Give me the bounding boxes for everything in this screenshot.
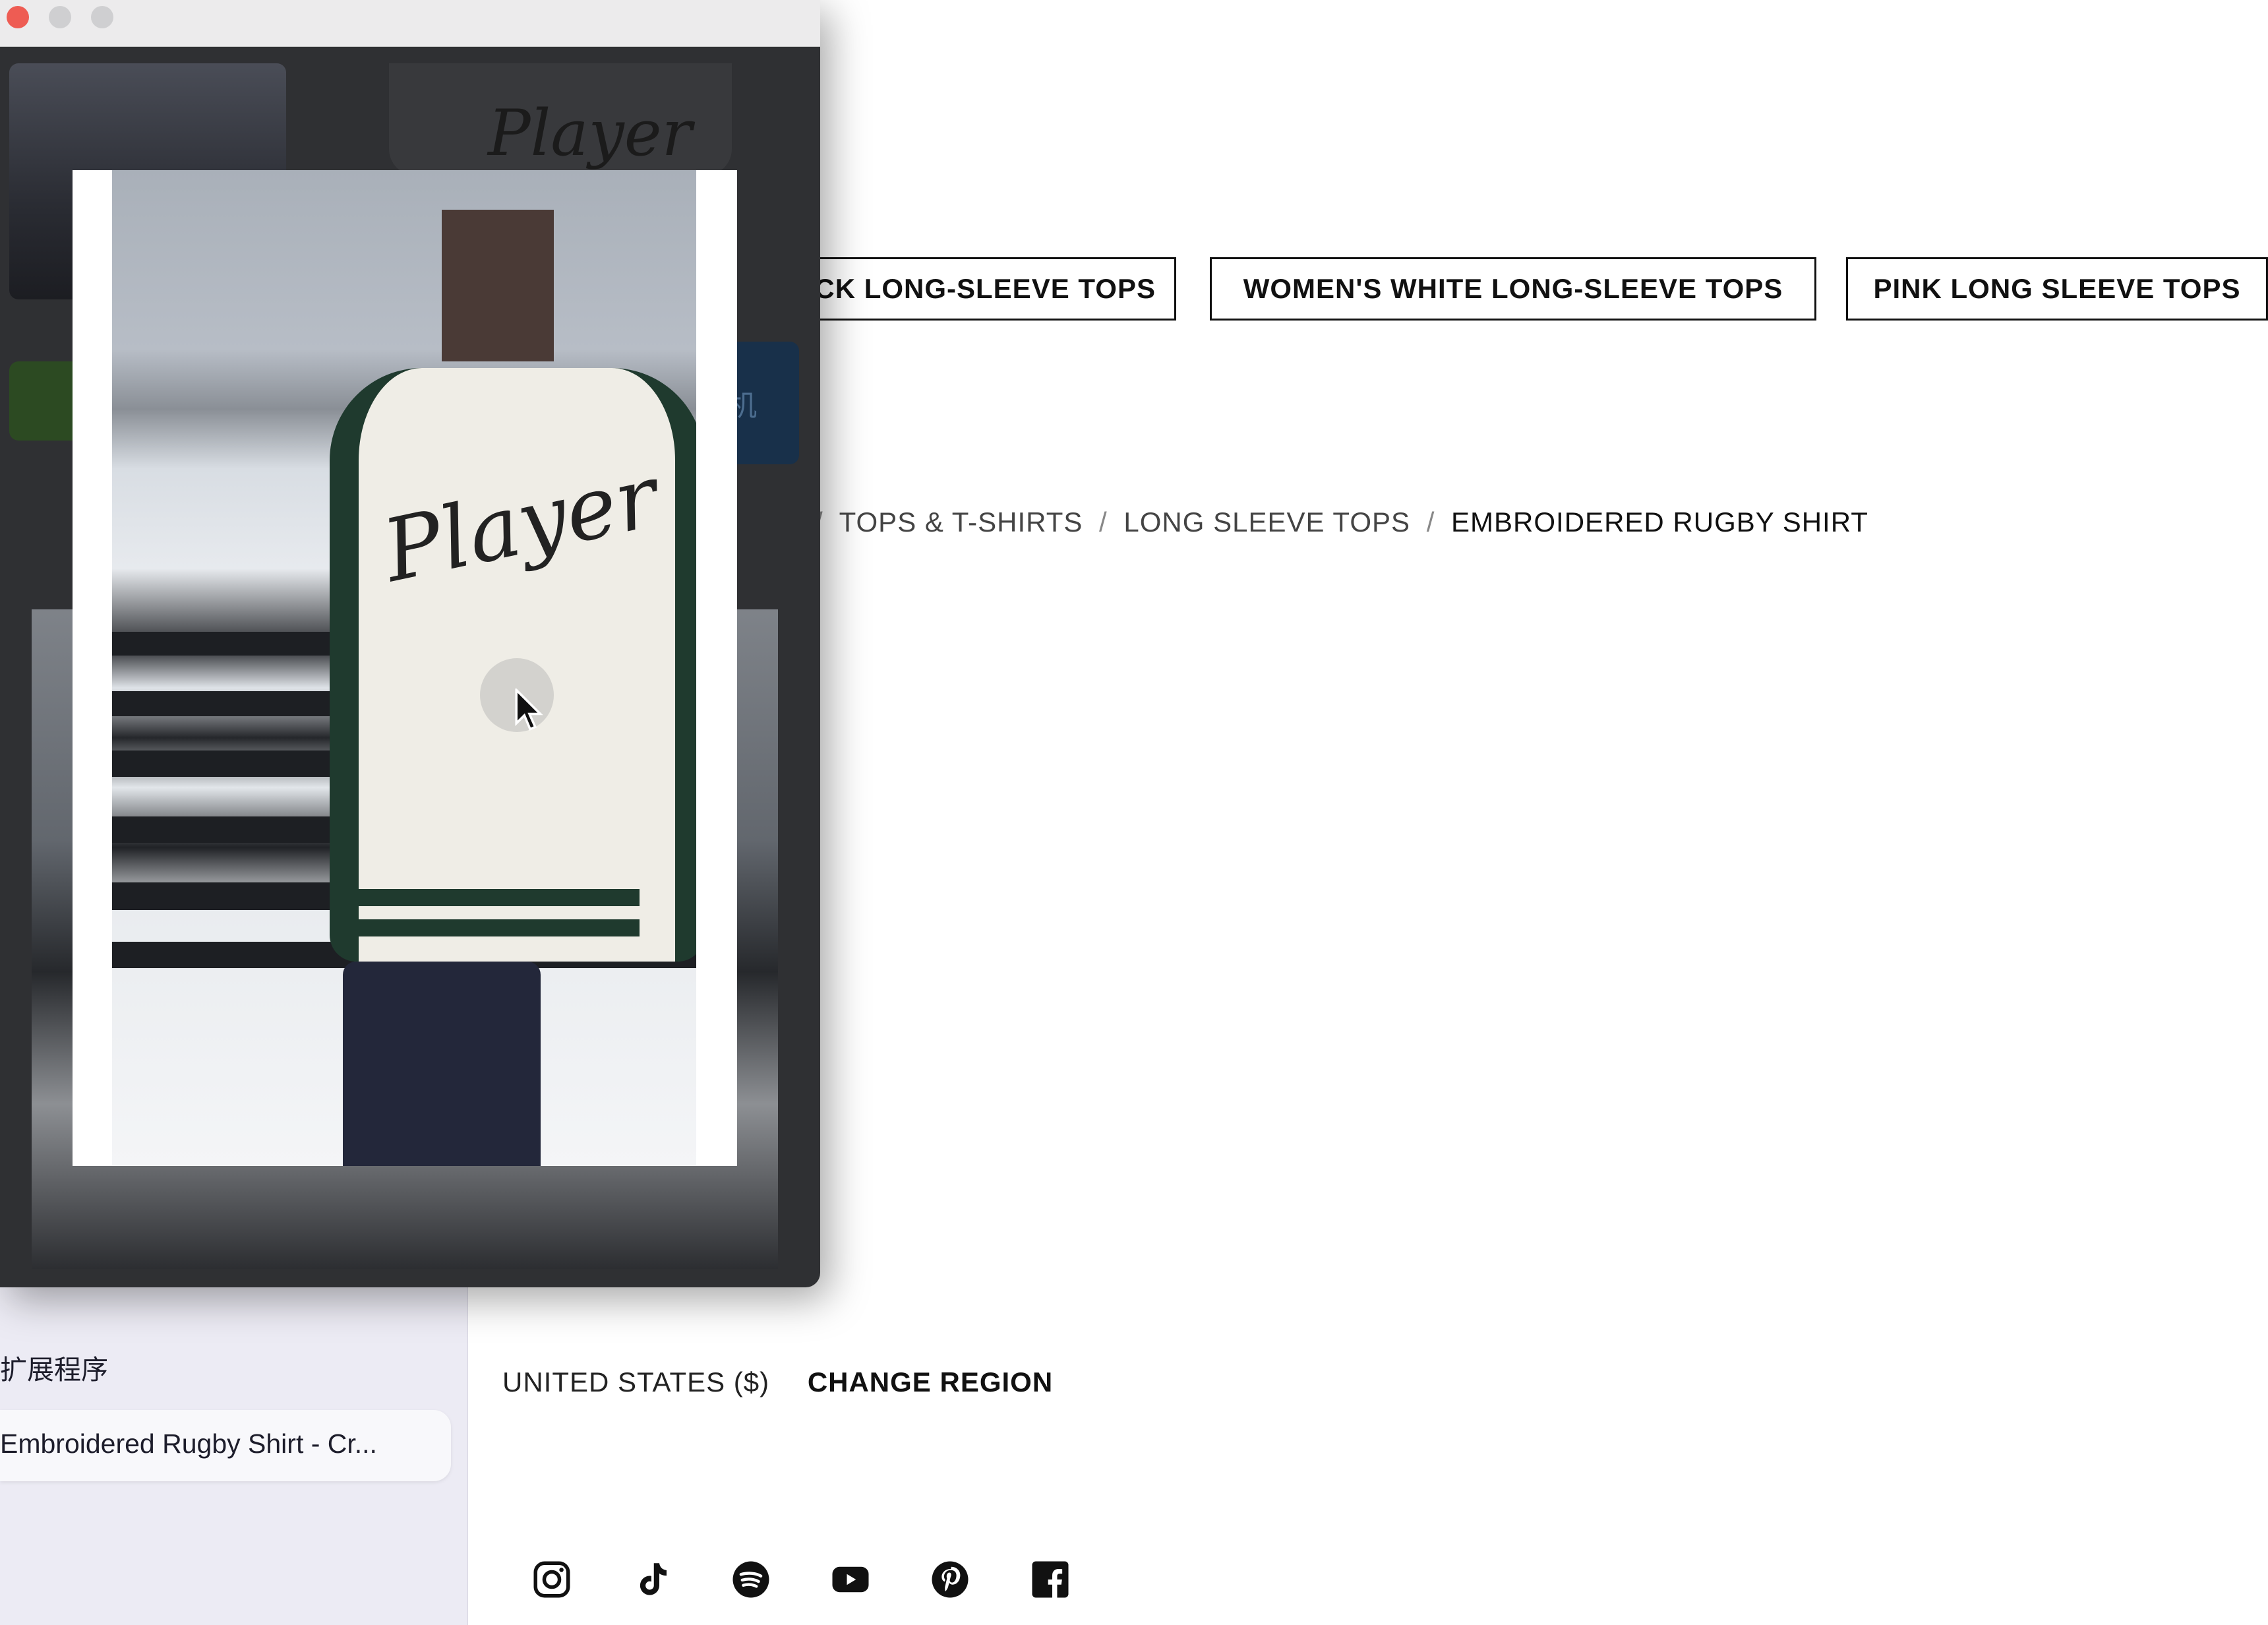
model-head-pixelated [442,210,554,361]
sidebar-active-tab[interactable]: Embroidered Rugby Shirt - Cr... [0,1410,451,1481]
spotify-icon[interactable] [728,1556,774,1603]
sweater-hem-stripe [349,889,640,906]
enlarged-product-photo[interactable]: Player [112,170,696,1166]
maximize-window-button[interactable] [91,6,113,28]
model-pants [343,962,541,1166]
breadcrumb-item-tops-tshirts[interactable]: TOPS & T-SHIRTS [839,506,1083,537]
facebook-icon[interactable] [1027,1556,1073,1603]
close-window-button[interactable] [7,6,29,28]
mouse-cursor-icon [515,689,543,731]
breadcrumb-current: EMBROIDERED RUGBY SHIRT [1451,506,1868,537]
pinterest-icon[interactable] [927,1556,973,1603]
change-region-link[interactable]: CHANGE REGION [808,1366,1053,1397]
region-country: UNITED STATES ($) [502,1366,770,1397]
image-viewer-window: Player 机 Player [0,0,820,1287]
breadcrumb-separator: / [1099,506,1108,537]
breadcrumb: N / TOPS & T-SHIRTS / LONG SLEEVE TOPS /… [778,506,1868,538]
product-thumbnail-script: Player [488,96,692,170]
region-selector: UNITED STATES ($) CHANGE REGION [502,1366,1053,1398]
window-titlebar[interactable] [0,0,820,47]
related-chip-black-long-sleeve[interactable]: CK LONG-SLEEVE TOPS [771,257,1176,321]
breadcrumb-separator: / [1426,506,1435,537]
related-chip-womens-white-long-sleeve[interactable]: WOMEN'S WHITE LONG-SLEEVE TOPS [1210,257,1816,321]
breadcrumb-item-long-sleeve-tops[interactable]: LONG SLEEVE TOPS [1123,506,1410,537]
tiktok-icon[interactable] [629,1556,675,1603]
sweater-hem-stripe [349,919,640,936]
related-chip-pink-long-sleeve[interactable]: PINK LONG SLEEVE TOPS [1846,257,2268,321]
minimize-window-button[interactable] [49,6,71,28]
sidebar-item-extensions[interactable]: 扩展程序 [0,1347,108,1387]
youtube-icon[interactable] [827,1556,874,1603]
sidebar-tab-label: Embroidered Rugby Shirt - Cr... [0,1428,377,1459]
instagram-icon[interactable] [529,1556,575,1603]
enlarged-photo-frame: Player [73,170,737,1166]
product-thumbnail[interactable]: Player [389,63,732,175]
